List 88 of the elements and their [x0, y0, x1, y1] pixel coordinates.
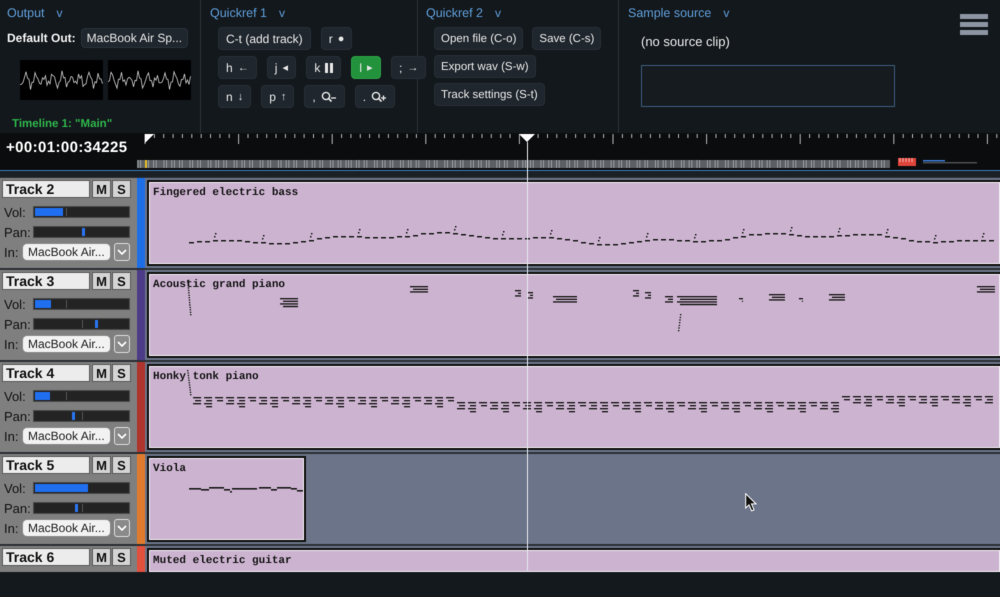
clip-title: Honky tonk piano — [153, 371, 259, 383]
input-label: In: — [3, 244, 20, 260]
input-device-dropdown[interactable]: MacBook Air... — [22, 335, 111, 353]
mute-button[interactable]: M — [92, 364, 111, 382]
input-label: In: — [3, 520, 20, 536]
shortcut-button[interactable]: h ← — [218, 56, 257, 79]
dropdown-button[interactable] — [114, 427, 130, 445]
collapse-toggle[interactable]: v — [723, 6, 730, 20]
pan-slider[interactable] — [33, 502, 130, 514]
pause-icon — [325, 62, 334, 72]
shortcut-button[interactable]: p ↑ — [261, 85, 294, 108]
clip-title: Viola — [153, 463, 186, 475]
mouse-cursor-icon — [745, 493, 757, 512]
pan-label: Pan: — [3, 408, 32, 424]
volume-slider[interactable] — [33, 482, 130, 494]
shortcut-button[interactable]: C-t (add track) — [218, 27, 311, 50]
command-button[interactable]: Export wav (S-w) — [434, 55, 536, 78]
shortcut-button[interactable]: ; → — [391, 56, 426, 79]
output-device-dropdown[interactable]: MacBook Air Sp... — [80, 28, 188, 48]
chevron-down-icon — [117, 341, 127, 347]
shortcut-button[interactable]: n ↓ — [218, 85, 252, 108]
volume-label: Vol: — [3, 204, 27, 220]
panel-title: Quickref 2 — [426, 6, 483, 20]
command-button[interactable]: Save (C-s) — [532, 27, 602, 50]
shortcut-button[interactable]: , — [304, 85, 345, 108]
volume-slider[interactable] — [33, 390, 130, 402]
solo-button[interactable]: S — [112, 364, 131, 382]
collapse-toggle[interactable]: v — [494, 6, 501, 20]
zoom-out-icon — [320, 90, 337, 102]
solo-button[interactable]: S — [112, 456, 131, 474]
input-label: In: — [3, 428, 20, 444]
mute-button[interactable]: M — [92, 180, 111, 198]
time-readout: +00:01:00:34225 — [6, 139, 128, 157]
pan-handle[interactable] — [72, 412, 76, 420]
panel-title: Sample source — [628, 6, 712, 20]
pan-label: Pan: — [3, 224, 32, 240]
chevron-down-icon — [117, 249, 127, 255]
collapse-toggle[interactable]: v — [278, 6, 285, 20]
volume-label: Vol: — [3, 480, 27, 496]
pan-slider[interactable] — [33, 226, 130, 238]
volume-slider[interactable] — [33, 206, 130, 218]
clip-title: Acoustic grand piano — [153, 279, 286, 291]
track-name-field[interactable]: Track 2 — [2, 180, 90, 198]
input-label: In: — [3, 336, 20, 352]
pan-handle[interactable] — [82, 228, 86, 236]
panel-title: Output — [7, 6, 45, 20]
collapse-toggle[interactable]: v — [56, 6, 63, 20]
pan-handle[interactable] — [74, 504, 78, 512]
pan-label: Pan: — [3, 316, 32, 332]
solo-button[interactable]: S — [112, 180, 131, 198]
panel-title: Quickref 1 — [210, 6, 267, 20]
track-name-field[interactable]: Track 6 — [2, 548, 90, 566]
shortcut-button[interactable]: k — [306, 56, 342, 79]
dropdown-button[interactable] — [114, 335, 130, 353]
mute-button[interactable]: M — [92, 548, 111, 566]
chevron-down-icon — [117, 433, 127, 439]
shortcut-button[interactable]: j ◂ — [266, 56, 296, 79]
input-device-dropdown[interactable]: MacBook Air... — [22, 243, 111, 261]
volume-label: Vol: — [3, 388, 27, 404]
zoom-in-icon — [371, 90, 388, 102]
timeline-label: Timeline 1: "Main" — [12, 118, 112, 130]
command-button[interactable]: Track settings (S-t) — [434, 83, 545, 106]
pan-slider[interactable] — [33, 410, 130, 422]
chevron-down-icon — [117, 525, 127, 531]
mute-button[interactable]: M — [92, 456, 111, 474]
input-device-dropdown[interactable]: MacBook Air... — [22, 519, 111, 537]
track-name-field[interactable]: Track 3 — [2, 272, 90, 290]
input-device-dropdown[interactable]: MacBook Air... — [22, 427, 111, 445]
command-button[interactable]: Open file (C-o) — [434, 27, 524, 50]
pan-handle[interactable] — [95, 320, 98, 328]
shortcut-button[interactable]: . — [354, 85, 396, 108]
dropdown-button[interactable] — [114, 243, 130, 261]
default-out-label: Default Out: — [7, 31, 76, 45]
solo-button[interactable]: S — [112, 548, 131, 566]
track-name-field[interactable]: Track 5 — [2, 456, 90, 474]
clip-title: Fingered electric bass — [153, 187, 298, 199]
clip-title: Muted electric guitar — [153, 555, 292, 567]
mute-button[interactable]: M — [92, 272, 111, 290]
track-name-field[interactable]: Track 4 — [2, 364, 90, 382]
solo-button[interactable]: S — [112, 272, 131, 290]
pan-label: Pan: — [3, 500, 32, 516]
volume-label: Vol: — [3, 296, 27, 312]
source-status-text: (no source clip) — [641, 34, 730, 50]
volume-slider[interactable] — [33, 298, 130, 310]
pan-slider[interactable] — [33, 318, 130, 330]
menu-icon[interactable] — [960, 14, 988, 35]
shortcut-button[interactable]: r ● — [320, 27, 352, 50]
dropdown-button[interactable] — [114, 519, 130, 537]
